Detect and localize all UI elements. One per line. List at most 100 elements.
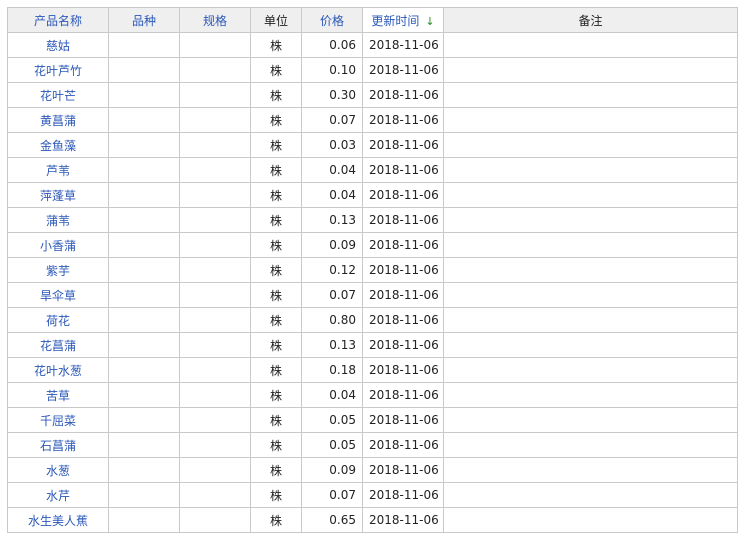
variety-cell	[108, 32, 180, 58]
updated-cell: 2018-11-06	[362, 382, 444, 408]
product-name-link[interactable]: 金鱼藻	[7, 132, 109, 158]
updated-cell: 2018-11-06	[362, 182, 444, 208]
note-cell	[443, 507, 738, 533]
spec-cell	[179, 307, 251, 333]
column-header-variety[interactable]: 品种	[108, 7, 180, 33]
table-row: 蒲苇 株 0.13 2018-11-06	[7, 207, 738, 233]
variety-cell	[108, 232, 180, 258]
note-cell	[443, 357, 738, 383]
variety-cell	[108, 157, 180, 183]
spec-cell	[179, 57, 251, 83]
unit-cell: 株	[250, 282, 302, 308]
updated-cell: 2018-11-06	[362, 232, 444, 258]
spec-cell	[179, 457, 251, 483]
product-name-link[interactable]: 花叶芒	[7, 82, 109, 108]
spec-cell	[179, 382, 251, 408]
note-cell	[443, 257, 738, 283]
table-row: 苦草 株 0.04 2018-11-06	[7, 382, 738, 408]
variety-cell	[108, 507, 180, 533]
variety-cell	[108, 357, 180, 383]
price-cell: 0.04	[301, 382, 363, 408]
variety-cell	[108, 457, 180, 483]
note-cell	[443, 332, 738, 358]
column-header-name[interactable]: 产品名称	[7, 7, 109, 33]
variety-cell	[108, 332, 180, 358]
product-name-link[interactable]: 花菖蒲	[7, 332, 109, 358]
price-cell: 0.18	[301, 357, 363, 383]
spec-cell	[179, 182, 251, 208]
variety-cell	[108, 57, 180, 83]
product-name-link[interactable]: 蒲苇	[7, 207, 109, 233]
product-name-link[interactable]: 紫芋	[7, 257, 109, 283]
spec-cell	[179, 132, 251, 158]
table-row: 水生美人蕉 株 0.65 2018-11-06	[7, 507, 738, 533]
unit-cell: 株	[250, 182, 302, 208]
note-cell	[443, 207, 738, 233]
product-name-link[interactable]: 水葱	[7, 457, 109, 483]
table-row: 石菖蒲 株 0.05 2018-11-06	[7, 432, 738, 458]
spec-cell	[179, 407, 251, 433]
unit-cell: 株	[250, 132, 302, 158]
price-cell: 0.30	[301, 82, 363, 108]
unit-cell: 株	[250, 457, 302, 483]
product-name-link[interactable]: 花叶水葱	[7, 357, 109, 383]
updated-cell: 2018-11-06	[362, 432, 444, 458]
variety-cell	[108, 307, 180, 333]
updated-cell: 2018-11-06	[362, 107, 444, 133]
spec-cell	[179, 507, 251, 533]
product-name-link[interactable]: 小香蒲	[7, 232, 109, 258]
column-header-spec[interactable]: 规格	[179, 7, 251, 33]
variety-cell	[108, 182, 180, 208]
updated-cell: 2018-11-06	[362, 457, 444, 483]
product-name-link[interactable]: 荷花	[7, 307, 109, 333]
unit-cell: 株	[250, 432, 302, 458]
updated-cell: 2018-11-06	[362, 507, 444, 533]
column-header-updated-label: 更新时间	[371, 13, 420, 28]
unit-cell: 株	[250, 82, 302, 108]
column-header-unit: 单位	[250, 7, 302, 33]
product-name-link[interactable]: 千屈菜	[7, 407, 109, 433]
updated-cell: 2018-11-06	[362, 307, 444, 333]
column-header-price[interactable]: 价格	[301, 7, 363, 33]
column-header-updated[interactable]: 更新时间 ↓	[362, 7, 444, 33]
table-row: 花叶水葱 株 0.18 2018-11-06	[7, 357, 738, 383]
product-name-link[interactable]: 花叶芦竹	[7, 57, 109, 83]
table-header-row: 产品名称 品种 规格 单位 价格 更新时间 ↓ 备注	[7, 7, 738, 33]
product-name-link[interactable]: 苦草	[7, 382, 109, 408]
price-cell: 0.07	[301, 482, 363, 508]
note-cell	[443, 182, 738, 208]
product-name-link[interactable]: 慈姑	[7, 32, 109, 58]
unit-cell: 株	[250, 307, 302, 333]
variety-cell	[108, 107, 180, 133]
table-row: 荷花 株 0.80 2018-11-06	[7, 307, 738, 333]
note-cell	[443, 157, 738, 183]
product-name-link[interactable]: 芦苇	[7, 157, 109, 183]
updated-cell: 2018-11-06	[362, 357, 444, 383]
note-cell	[443, 107, 738, 133]
spec-cell	[179, 207, 251, 233]
table-row: 慈姑 株 0.06 2018-11-06	[7, 32, 738, 58]
product-name-link[interactable]: 黄菖蒲	[7, 107, 109, 133]
unit-cell: 株	[250, 482, 302, 508]
product-name-link[interactable]: 水芹	[7, 482, 109, 508]
updated-cell: 2018-11-06	[362, 207, 444, 233]
note-cell	[443, 432, 738, 458]
spec-cell	[179, 107, 251, 133]
variety-cell	[108, 82, 180, 108]
price-cell: 0.12	[301, 257, 363, 283]
product-name-link[interactable]: 石菖蒲	[7, 432, 109, 458]
unit-cell: 株	[250, 407, 302, 433]
table-row: 千屈菜 株 0.05 2018-11-06	[7, 407, 738, 433]
price-table-container: 产品名称 品种 规格 单位 价格 更新时间 ↓ 备注 慈姑株 0.06 2018-11…	[7, 7, 738, 533]
unit-cell: 株	[250, 332, 302, 358]
updated-cell: 2018-11-06	[362, 257, 444, 283]
note-cell	[443, 57, 738, 83]
product-name-link[interactable]: 旱伞草	[7, 282, 109, 308]
table-row: 花菖蒲 株 0.13 2018-11-06	[7, 332, 738, 358]
table-body: 慈姑株 0.06 2018-11-06 花叶芦竹株 0.10 2018-11-06 花叶芒株…	[7, 32, 738, 533]
price-cell: 0.10	[301, 57, 363, 83]
note-cell	[443, 232, 738, 258]
table-row: 金鱼藻 株 0.03 2018-11-06	[7, 132, 738, 158]
product-name-link[interactable]: 水生美人蕉	[7, 507, 109, 533]
product-name-link[interactable]: 萍蓬草	[7, 182, 109, 208]
